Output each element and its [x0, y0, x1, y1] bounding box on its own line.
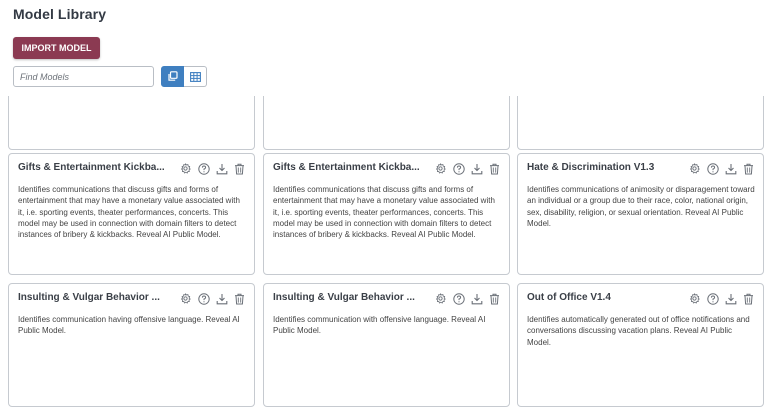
help-icon[interactable]: [706, 292, 719, 305]
gear-icon[interactable]: [688, 162, 701, 175]
help-icon[interactable]: [197, 292, 210, 305]
download-icon[interactable]: [470, 292, 483, 305]
trash-icon[interactable]: [742, 162, 755, 175]
model-card[interactable]: [8, 96, 255, 150]
download-icon[interactable]: [470, 162, 483, 175]
model-description: Identifies communication with offensive …: [273, 315, 486, 336]
card-actions: [434, 162, 501, 175]
import-model-button[interactable]: IMPORT MODEL: [13, 37, 100, 59]
model-title: Insulting & Vulgar Behavior ...: [273, 292, 415, 303]
trash-icon[interactable]: [742, 292, 755, 305]
view-toggle: [161, 66, 207, 87]
model-title: Gifts & Entertainment Kickba...: [18, 162, 165, 173]
gear-icon[interactable]: [688, 292, 701, 305]
gear-icon[interactable]: [434, 292, 447, 305]
trash-icon[interactable]: [488, 292, 501, 305]
model-title: Hate & Discrimination V1.3: [527, 162, 655, 173]
download-icon[interactable]: [215, 162, 228, 175]
model-title: Out of Office V1.4: [527, 292, 611, 303]
gear-icon[interactable]: [179, 292, 192, 305]
card-actions: [688, 162, 755, 175]
download-icon[interactable]: [724, 292, 737, 305]
model-description: Identifies automatically generated out o…: [527, 315, 750, 347]
model-description: Identifies communications that discuss g…: [18, 185, 240, 240]
card-actions: [434, 292, 501, 305]
trash-icon[interactable]: [233, 162, 246, 175]
help-icon[interactable]: [452, 162, 465, 175]
model-card[interactable]: Gifts & Entertainment Kickba... Identifie…: [8, 153, 255, 275]
card-actions: [179, 292, 246, 305]
model-card[interactable]: Insulting & Vulgar Behavior ... Identifie…: [263, 283, 510, 407]
model-card[interactable]: Gifts & Entertainment Kickba... Identifie…: [263, 153, 510, 275]
cards-icon: [167, 71, 178, 82]
model-description: Identifies communication having offensiv…: [18, 315, 240, 336]
card-actions: [688, 292, 755, 305]
model-card-grid: Gifts & Entertainment Kickba... Identifie…: [0, 96, 768, 408]
model-title: Gifts & Entertainment Kickba...: [273, 162, 420, 173]
model-title: Insulting & Vulgar Behavior ...: [18, 292, 160, 303]
page-title: Model Library: [13, 6, 107, 22]
model-card[interactable]: Out of Office V1.4 Identifies automatical…: [517, 283, 764, 407]
trash-icon[interactable]: [488, 162, 501, 175]
gear-icon[interactable]: [179, 162, 192, 175]
table-icon: [189, 71, 201, 82]
model-card[interactable]: [263, 96, 510, 150]
gear-icon[interactable]: [434, 162, 447, 175]
download-icon[interactable]: [215, 292, 228, 305]
model-description: Identifies communications of animosity o…: [527, 185, 755, 228]
help-icon[interactable]: [706, 162, 719, 175]
help-icon[interactable]: [452, 292, 465, 305]
model-card[interactable]: Hate & Discrimination V1.3 Identifies com…: [517, 153, 764, 275]
model-card[interactable]: Insulting & Vulgar Behavior ... Identifie…: [8, 283, 255, 407]
trash-icon[interactable]: [233, 292, 246, 305]
card-actions: [179, 162, 246, 175]
download-icon[interactable]: [724, 162, 737, 175]
model-card[interactable]: [517, 96, 764, 150]
model-description: Identifies communications that discuss g…: [273, 185, 495, 240]
help-icon[interactable]: [197, 162, 210, 175]
search-input[interactable]: [13, 66, 154, 87]
card-view-button[interactable]: [161, 66, 184, 87]
table-view-button[interactable]: [184, 66, 207, 87]
